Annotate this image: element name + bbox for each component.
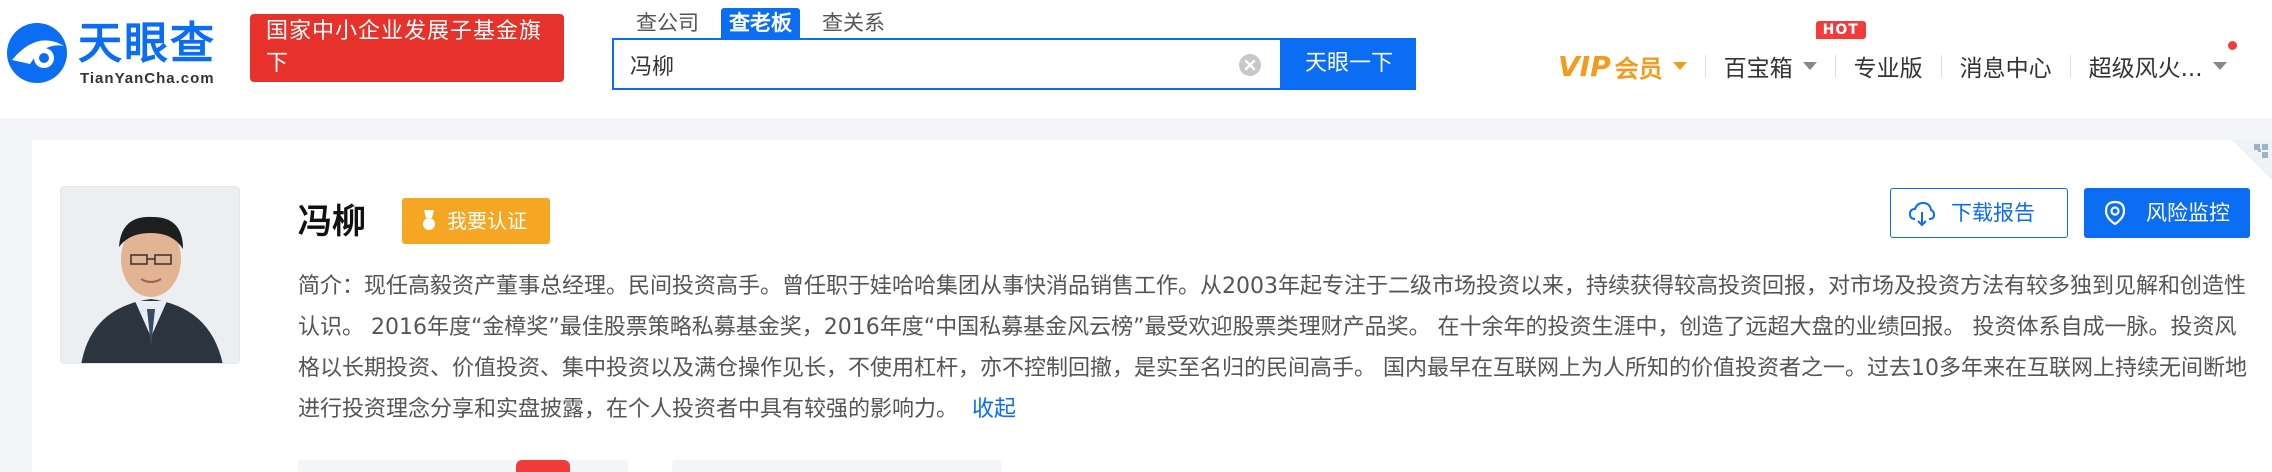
user-menu[interactable]: 超级风火... <box>2071 41 2245 83</box>
search-box <box>612 38 1282 90</box>
verify-badge-icon <box>423 210 435 230</box>
download-report-button[interactable]: 下载报告 <box>1890 188 2068 238</box>
tab-relation[interactable]: 查关系 <box>814 8 893 38</box>
tab-stub[interactable] <box>672 460 1002 472</box>
username: 超级风火... <box>2088 56 2203 82</box>
message-center-link[interactable]: 消息中心 <box>1942 49 2070 83</box>
person-profile-card: 冯柳 我要认证 下载报告 风险监控 简介：现任高毅资产董事总经理。民间投资高手。… <box>32 140 2272 472</box>
tab-company[interactable]: 查公司 <box>628 8 707 38</box>
chevron-down-icon <box>1802 62 1817 70</box>
chevron-down-icon <box>1672 62 1687 70</box>
logo-text: 天眼查 <box>78 18 216 69</box>
chevron-down-icon <box>2212 62 2227 70</box>
risk-monitor-label: 风险监控 <box>2146 201 2230 225</box>
top-bar: 天眼查 TianYanCha.com 国家中小企业发展子基金旗下 官方备案企业征… <box>0 0 2272 118</box>
claim-verify-button[interactable]: 我要认证 <box>402 198 550 244</box>
search-input[interactable] <box>628 40 1222 90</box>
vip-label: VIP <box>1558 49 1611 83</box>
site-logo[interactable]: 天眼查 TianYanCha.com <box>0 8 235 92</box>
download-report-label: 下载报告 <box>1951 201 2035 225</box>
badge-stub <box>516 460 570 472</box>
profile-intro: 简介：现任高毅资产董事总经理。民间投资高手。曾任职于娃哈哈集团从事快消品销售工作… <box>298 266 2248 430</box>
vip-member-menu[interactable]: VIP 会员 <box>1540 49 1705 84</box>
search-tabs: 查公司 查老板 查关系 <box>628 8 893 38</box>
banner-line-1: 国家中小企业发展子基金旗下 <box>266 19 543 76</box>
tab-boss[interactable]: 查老板 <box>721 8 800 38</box>
claim-verify-label: 我要认证 <box>447 209 527 233</box>
logo-subtext: TianYanCha.com <box>80 70 215 87</box>
search-button[interactable]: 天眼一下 <box>1282 38 1416 90</box>
hot-badge: HOT <box>1815 21 1866 39</box>
collapse-link[interactable]: 收起 <box>972 397 1016 422</box>
official-banner[interactable]: 国家中小企业发展子基金旗下 官方备案企业征信机构 <box>250 14 564 108</box>
pro-edition-link[interactable]: 专业版 <box>1836 49 1941 83</box>
risk-monitor-button[interactable]: 风险监控 <box>2084 188 2250 238</box>
toolbox-menu[interactable]: 百宝箱 HOT <box>1706 21 1866 83</box>
logo-eye-icon <box>7 23 67 83</box>
location-pin-icon <box>2104 200 2126 226</box>
person-name: 冯柳 <box>298 202 366 242</box>
portrait-image <box>61 187 239 363</box>
toolbox-label: 百宝箱 <box>1723 56 1793 82</box>
vip-member-label: 会员 <box>1614 54 1663 83</box>
clear-icon[interactable] <box>1238 53 1262 77</box>
banner-line-2: 官方备案企业征信机构 <box>266 83 547 108</box>
top-nav: VIP 会员 百宝箱 HOT 专业版 消息中心 超级风火... <box>1540 21 2245 84</box>
tab-stub[interactable] <box>298 460 628 472</box>
cloud-download-icon <box>1909 201 1935 227</box>
avatar <box>60 186 240 364</box>
qr-code-icon[interactable] <box>2232 140 2272 180</box>
notification-dot <box>2227 41 2237 50</box>
intro-text: 简介：现任高毅资产董事总经理。民间投资高手。曾任职于娃哈哈集团从事快消品销售工作… <box>298 274 2247 422</box>
